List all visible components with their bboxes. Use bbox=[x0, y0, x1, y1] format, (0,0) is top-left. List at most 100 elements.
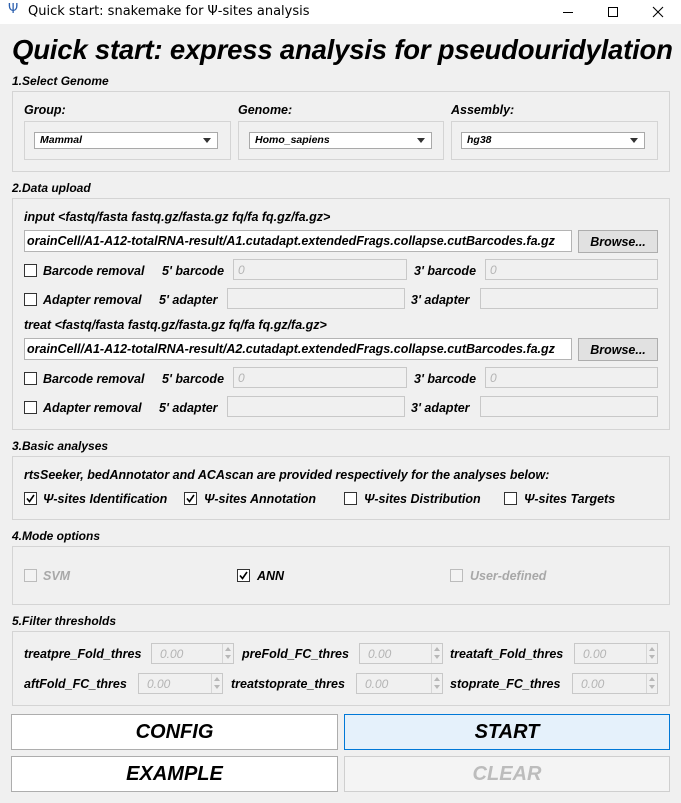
input-adapter5-label: 5' adapter bbox=[159, 293, 218, 307]
input-adapter3-field[interactable] bbox=[480, 288, 658, 309]
spinbox-value: 0.00 bbox=[365, 677, 389, 691]
config-button[interactable]: CONFIG bbox=[11, 714, 338, 750]
svm-checkbox[interactable] bbox=[24, 569, 37, 582]
spinbox-value: 0.00 bbox=[583, 647, 607, 661]
window-title: Quick start: snakemake for Ψ-sites analy… bbox=[28, 4, 310, 19]
assembly-label: Assembly: bbox=[451, 103, 515, 117]
spinbox-value: 0.00 bbox=[160, 647, 184, 661]
spinbox-value: 0.00 bbox=[581, 677, 605, 691]
treat-barcode-removal-label: Barcode removal bbox=[43, 372, 145, 386]
basic-group-box bbox=[12, 456, 670, 520]
genome-label: Genome: bbox=[238, 103, 293, 117]
section-mode-options: 4.Mode options bbox=[12, 529, 100, 543]
spinbox-value: 0.00 bbox=[147, 677, 171, 691]
psi-distribution-checkbox[interactable] bbox=[344, 492, 357, 505]
treataft-fold-spinbox[interactable]: 0.00 bbox=[574, 643, 658, 664]
input-barcode-removal-checkbox[interactable] bbox=[24, 264, 37, 277]
group-select-value: Mammal bbox=[40, 134, 83, 146]
input-adapter-removal-checkbox[interactable] bbox=[24, 293, 37, 306]
checkmark-icon bbox=[239, 571, 248, 580]
spin-arrows-icon[interactable] bbox=[646, 674, 657, 693]
section-select-genome: 1.Select Genome bbox=[12, 74, 109, 88]
input-barcode5-field[interactable]: 0 bbox=[233, 259, 407, 280]
genome-select[interactable]: Homo_sapiens bbox=[249, 132, 432, 149]
treat-barcode3-label: 3' barcode bbox=[414, 372, 477, 386]
ann-checkbox[interactable] bbox=[237, 569, 250, 582]
spin-arrows-icon[interactable] bbox=[431, 644, 442, 663]
assembly-select[interactable]: hg38 bbox=[461, 132, 645, 149]
section-basic-analyses: 3.Basic analyses bbox=[12, 439, 109, 453]
maximize-icon[interactable] bbox=[590, 0, 636, 24]
prefold-fc-label: preFold_FC_thres bbox=[242, 647, 349, 661]
section-filter-thresholds: 5.Filter thresholds bbox=[12, 614, 117, 628]
treataft-fold-label: treataft_Fold_thres bbox=[450, 647, 564, 661]
psi-identification-label: Ψ-sites Identification bbox=[43, 492, 168, 506]
input-barcode5-label: 5' barcode bbox=[162, 264, 225, 278]
treat-adapter3-field[interactable] bbox=[480, 396, 658, 417]
psi-targets-checkbox[interactable] bbox=[504, 492, 517, 505]
spin-arrows-icon[interactable] bbox=[646, 644, 657, 663]
treat-adapter5-field[interactable] bbox=[227, 396, 405, 417]
treatpre-fold-label: treatpre_Fold_thres bbox=[24, 647, 142, 661]
aftfold-fc-spinbox[interactable]: 0.00 bbox=[138, 673, 223, 694]
input-label: input <fastq/fasta fastq.gz/fasta.gz fq/… bbox=[24, 210, 331, 224]
spin-arrows-icon[interactable] bbox=[211, 674, 222, 693]
spinbox-value: 0.00 bbox=[368, 647, 392, 661]
mode-group-box bbox=[12, 546, 670, 605]
user-defined-checkbox[interactable] bbox=[450, 569, 463, 582]
treat-barcode3-field[interactable]: 0 bbox=[485, 367, 658, 388]
spin-arrows-icon[interactable] bbox=[222, 644, 233, 663]
chevron-down-icon bbox=[203, 138, 211, 143]
chevron-down-icon bbox=[417, 138, 425, 143]
input-adapter3-label: 3' adapter bbox=[411, 293, 470, 307]
treat-barcode5-label: 5' barcode bbox=[162, 372, 225, 386]
treatstoprate-spinbox[interactable]: 0.00 bbox=[356, 673, 443, 694]
start-button[interactable]: START bbox=[344, 714, 670, 750]
assembly-select-value: hg38 bbox=[467, 134, 492, 146]
stoprate-fc-label: stoprate_FC_thres bbox=[450, 677, 561, 691]
psi-targets-label: Ψ-sites Targets bbox=[524, 492, 616, 506]
treat-barcode-removal-checkbox[interactable] bbox=[24, 372, 37, 385]
treat-path-field[interactable]: orainCell/A1-A12-totalRNA-result/A2.cuta… bbox=[24, 338, 572, 360]
treat-barcode5-field[interactable]: 0 bbox=[233, 367, 407, 388]
close-icon[interactable] bbox=[635, 0, 681, 24]
psi-annotation-checkbox[interactable] bbox=[184, 492, 197, 505]
psi-annotation-label: Ψ-sites Annotation bbox=[204, 492, 316, 506]
treat-adapter5-label: 5' adapter bbox=[159, 401, 218, 415]
user-defined-label: User-defined bbox=[470, 569, 547, 583]
minimize-icon[interactable] bbox=[545, 0, 591, 24]
input-barcode3-field[interactable]: 0 bbox=[485, 259, 658, 280]
prefold-fc-spinbox[interactable]: 0.00 bbox=[359, 643, 443, 664]
psi-distribution-label: Ψ-sites Distribution bbox=[364, 492, 481, 506]
stoprate-fc-spinbox[interactable]: 0.00 bbox=[572, 673, 658, 694]
treatpre-fold-spinbox[interactable]: 0.00 bbox=[151, 643, 234, 664]
checkmark-icon bbox=[26, 494, 35, 503]
example-button[interactable]: EXAMPLE bbox=[11, 756, 338, 792]
treat-adapter-removal-checkbox[interactable] bbox=[24, 401, 37, 414]
treat-adapter-removal-label: Adapter removal bbox=[43, 401, 142, 415]
treat-adapter3-label: 3' adapter bbox=[411, 401, 470, 415]
psi-identification-checkbox[interactable] bbox=[24, 492, 37, 505]
aftfold-fc-label: aftFold_FC_thres bbox=[24, 677, 127, 691]
psi-icon: Ψ bbox=[8, 2, 19, 17]
input-barcode-removal-label: Barcode removal bbox=[43, 264, 145, 278]
input-adapter5-field[interactable] bbox=[227, 288, 405, 309]
spin-arrows-icon[interactable] bbox=[431, 674, 442, 693]
clear-button[interactable]: CLEAR bbox=[344, 756, 670, 792]
group-select[interactable]: Mammal bbox=[34, 132, 218, 149]
input-barcode3-label: 3' barcode bbox=[414, 264, 477, 278]
input-browse-button[interactable]: Browse... bbox=[578, 230, 658, 253]
ann-label: ANN bbox=[257, 569, 285, 583]
treat-label: treat <fastq/fasta fastq.gz/fasta.gz fq/… bbox=[24, 318, 327, 332]
checkmark-icon bbox=[186, 494, 195, 503]
treat-browse-button[interactable]: Browse... bbox=[578, 338, 658, 361]
section-data-upload: 2.Data upload bbox=[12, 181, 91, 195]
page-title: Quick start: express analysis for pseudo… bbox=[12, 34, 673, 65]
genome-select-value: Homo_sapiens bbox=[255, 134, 330, 146]
svm-label: SVM bbox=[43, 569, 71, 583]
filter-group-box bbox=[12, 631, 670, 706]
group-label: Group: bbox=[24, 103, 66, 117]
input-adapter-removal-label: Adapter removal bbox=[43, 293, 142, 307]
input-path-field[interactable]: orainCell/A1-A12-totalRNA-result/A1.cuta… bbox=[24, 230, 572, 252]
treatstoprate-label: treatstoprate_thres bbox=[231, 677, 345, 691]
